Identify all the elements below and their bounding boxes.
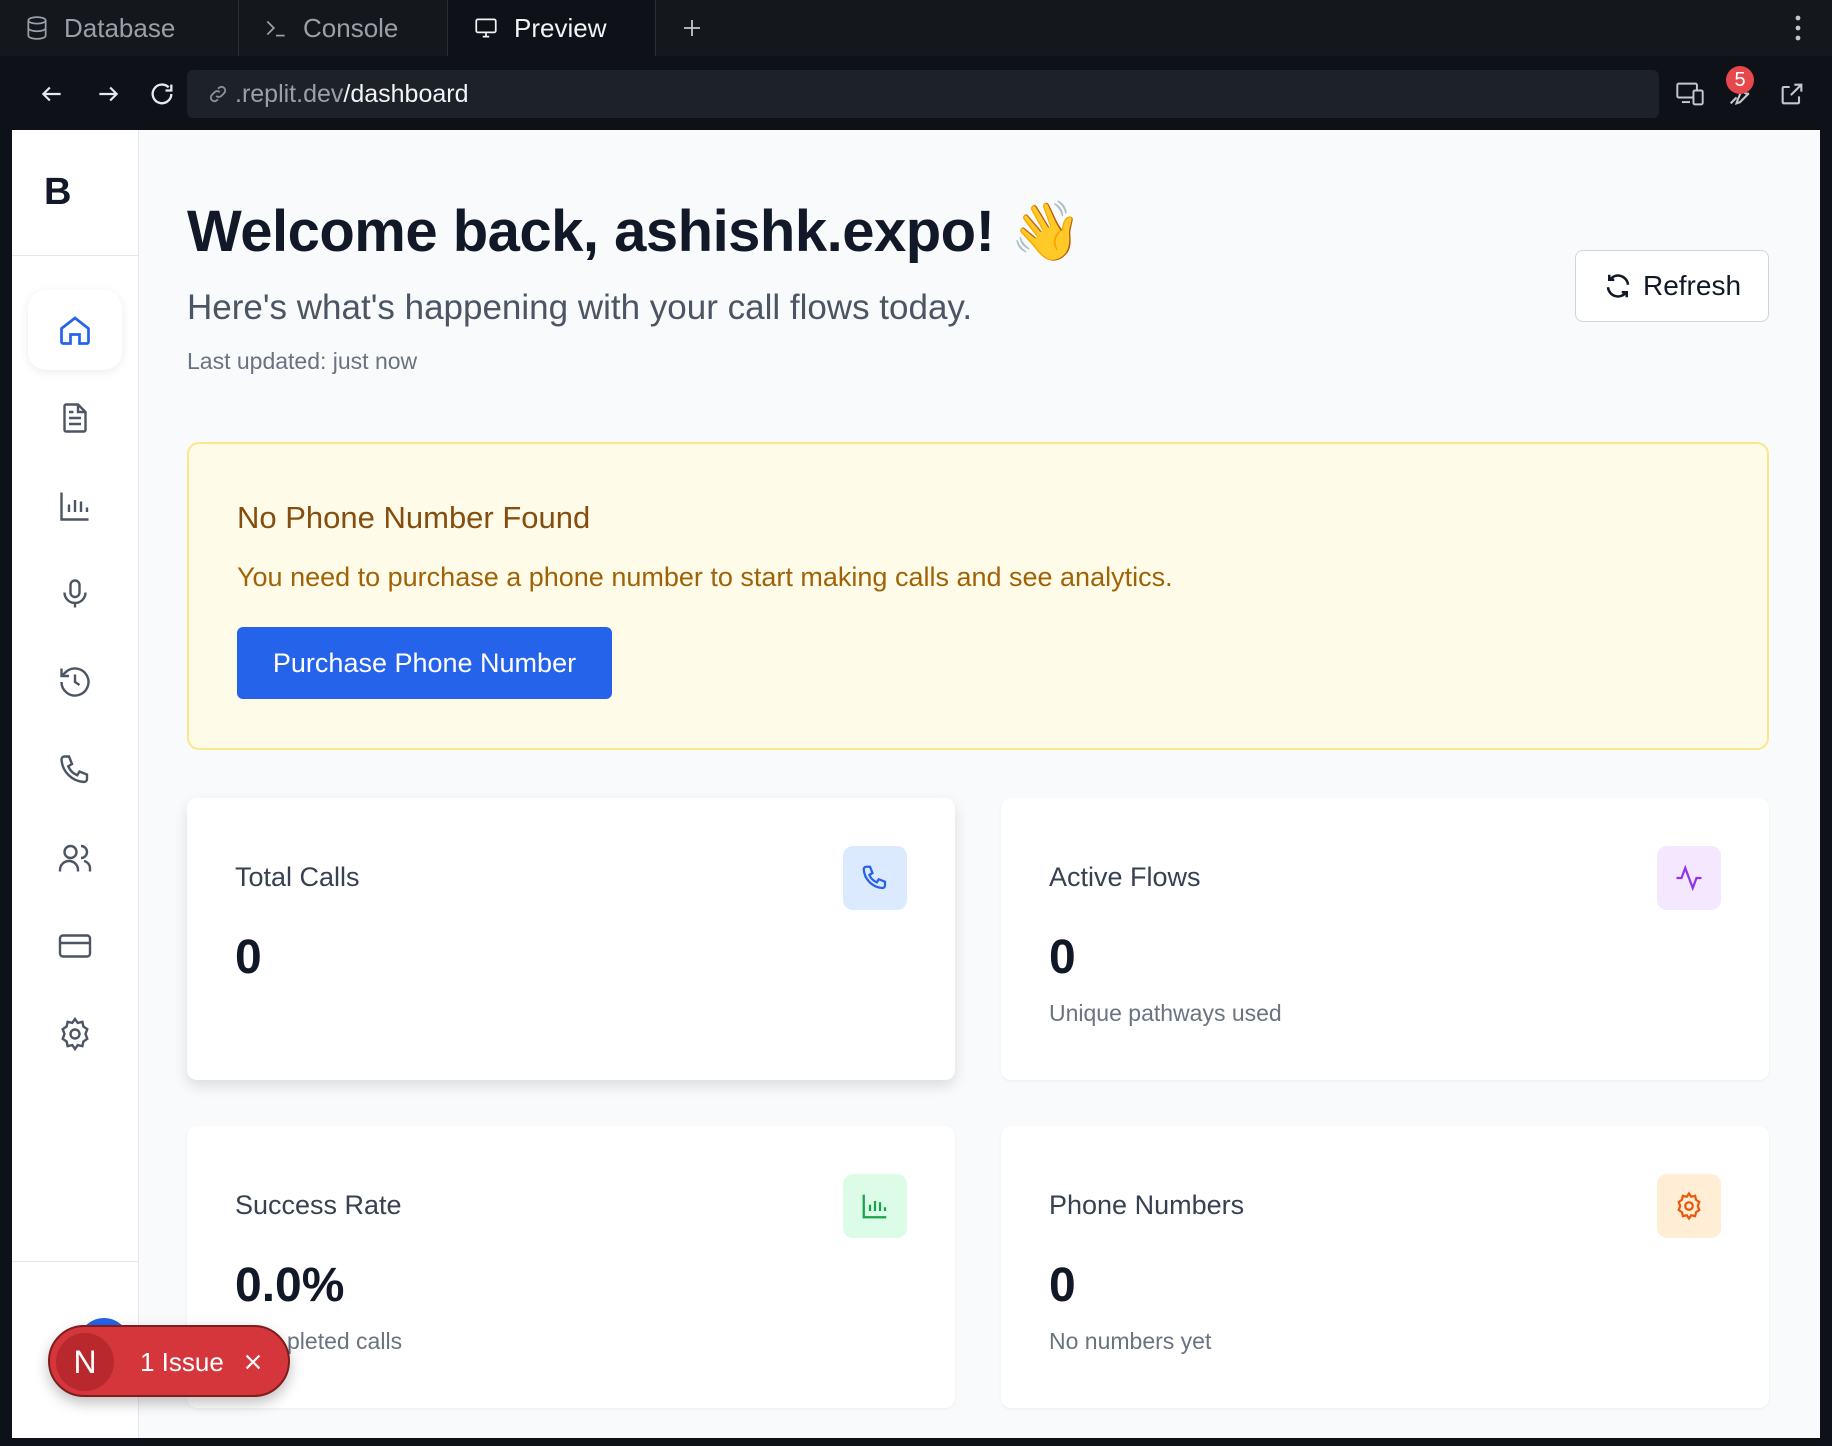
bar-chart-icon: [57, 488, 93, 524]
sidebar: B: [12, 130, 139, 1438]
microphone-icon: [57, 576, 93, 612]
history-icon: [57, 664, 93, 700]
vertical-dots-icon: [1794, 15, 1802, 41]
stat-title: Phone Numbers: [1049, 1190, 1245, 1220]
home-icon: [57, 312, 93, 348]
stat-card-total-calls: Total Calls 0: [187, 798, 955, 1080]
back-button[interactable]: [30, 72, 74, 116]
no-phone-alert: No Phone Number Found You need to purcha…: [187, 442, 1769, 750]
url-field[interactable]: .replit.dev/dashboard: [187, 70, 1659, 118]
stat-value: 0.0%: [235, 1259, 345, 1312]
refresh-icon: [1603, 271, 1633, 301]
purchase-phone-number-button[interactable]: Purchase Phone Number: [237, 627, 612, 699]
forward-button[interactable]: [86, 72, 130, 116]
plus-icon: [680, 16, 704, 40]
tab-preview[interactable]: Preview: [447, 0, 656, 56]
reload-button[interactable]: [140, 72, 184, 116]
tab-bar: Database Console Preview: [0, 0, 1832, 56]
alert-message: You need to purchase a phone number to s…: [237, 562, 1173, 592]
sidebar-item-settings[interactable]: [28, 994, 122, 1074]
arrow-right-icon: [95, 81, 121, 107]
sidebar-item-voices[interactable]: [28, 554, 122, 634]
sidebar-item-billing[interactable]: [28, 906, 122, 986]
stat-subtext: No numbers yet: [1049, 1328, 1212, 1354]
tab-database-label: Database: [64, 12, 176, 43]
devices-icon: [1675, 80, 1705, 108]
external-link-icon: [1778, 80, 1806, 108]
url-host: .replit.dev: [235, 79, 344, 108]
stat-card-active-flows: Active Flows 0 Unique pathways used: [1001, 798, 1769, 1080]
page-subtitle: Here's what's happening with your call f…: [187, 288, 973, 327]
app-viewport: B Welcome back, ashishk.expo! 👋 Here's w…: [12, 130, 1820, 1438]
more-menu-button[interactable]: [1786, 10, 1810, 46]
sidebar-divider: [12, 1261, 138, 1262]
close-toast-button[interactable]: [238, 1347, 268, 1377]
main-content: Welcome back, ashishk.expo! 👋 Here's wha…: [139, 130, 1820, 1438]
alert-title: No Phone Number Found: [237, 500, 591, 535]
notification-badge: 5: [1726, 66, 1754, 94]
tab-preview-label: Preview: [514, 12, 607, 43]
bar-chart-icon: [843, 1174, 907, 1238]
monitor-icon: [472, 15, 500, 41]
stat-title: Active Flows: [1049, 862, 1201, 892]
page-title: Welcome back, ashishk.expo! 👋: [187, 199, 1082, 264]
settings-icon: [1657, 1174, 1721, 1238]
reload-icon: [148, 80, 176, 108]
stat-subtext: pleted calls: [287, 1328, 403, 1354]
stat-title: Total Calls: [235, 862, 360, 892]
stat-value: 0: [1049, 1259, 1076, 1312]
sidebar-item-analytics[interactable]: [28, 466, 122, 546]
settings-icon: [57, 1016, 93, 1052]
new-tab-button[interactable]: [672, 8, 712, 48]
nextjs-logo: N: [56, 1333, 114, 1391]
app-logo[interactable]: B: [12, 130, 138, 256]
stat-value: 0: [235, 931, 262, 984]
open-new-window-button[interactable]: [1770, 72, 1814, 116]
phone-icon: [843, 846, 907, 910]
responsive-view-button[interactable]: [1668, 72, 1712, 116]
tab-console[interactable]: Console: [238, 0, 446, 56]
stat-subtext: Unique pathways used: [1049, 1000, 1282, 1026]
activity-icon: [1657, 846, 1721, 910]
stat-title: Success Rate: [235, 1190, 402, 1220]
sidebar-item-history[interactable]: [28, 642, 122, 722]
tab-database[interactable]: Database: [0, 0, 237, 56]
sidebar-item-documents[interactable]: [28, 378, 122, 458]
last-updated-text: Last updated: just now: [187, 348, 418, 374]
stat-card-phone-numbers: Phone Numbers 0 No numbers yet: [1001, 1126, 1769, 1408]
stat-value: 0: [1049, 931, 1076, 984]
sidebar-item-home[interactable]: [28, 290, 122, 370]
refresh-label: Refresh: [1642, 270, 1742, 301]
phone-icon: [57, 752, 93, 788]
users-icon: [57, 840, 93, 876]
url-path: /dashboard: [343, 79, 469, 108]
stat-card-success-rate: Success Rate 0.0% pleted calls: [187, 1126, 955, 1408]
document-icon: [57, 400, 93, 436]
sidebar-item-contacts[interactable]: [28, 818, 122, 898]
issue-count-label: 1 Issue: [140, 1347, 224, 1377]
credit-card-icon: [57, 928, 93, 964]
sidebar-item-calls[interactable]: [28, 730, 122, 810]
refresh-button[interactable]: Refresh: [1575, 250, 1769, 322]
arrow-left-icon: [39, 81, 65, 107]
address-bar: .replit.dev/dashboard: [12, 58, 1820, 130]
link-icon: [207, 83, 229, 105]
dev-issues-toast[interactable]: N 1 Issue: [48, 1325, 290, 1397]
close-icon: [242, 1351, 264, 1373]
terminal-icon: [263, 15, 289, 41]
database-icon: [24, 14, 50, 42]
tab-console-label: Console: [303, 12, 399, 43]
